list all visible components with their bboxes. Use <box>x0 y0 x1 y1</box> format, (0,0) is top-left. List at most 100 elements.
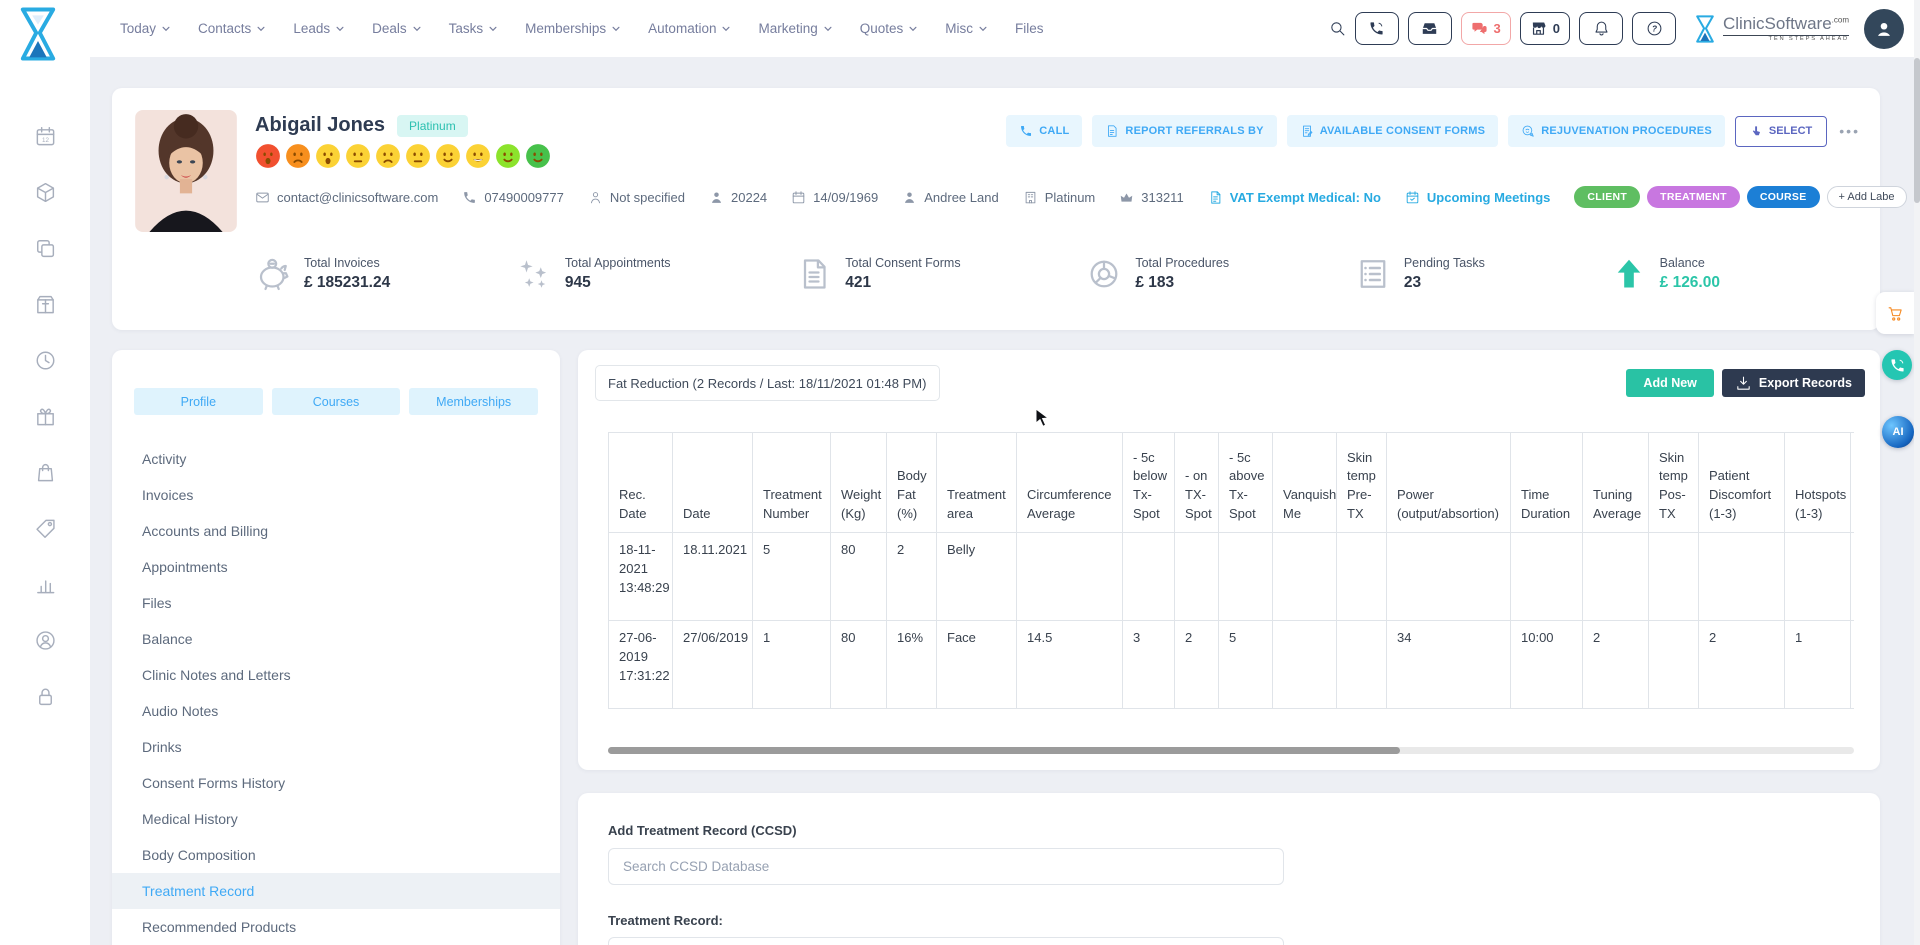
chart-icon <box>34 573 57 596</box>
mood-face-2[interactable] <box>285 143 311 169</box>
chevron-down-icon <box>412 24 422 34</box>
sidebar-item-balance[interactable]: Balance <box>112 621 560 657</box>
select-button[interactable]: SELECT <box>1735 116 1827 147</box>
nav-marketing[interactable]: Marketing <box>758 21 832 36</box>
nav-automation[interactable]: Automation <box>648 21 731 36</box>
mood-face-10[interactable] <box>525 143 551 169</box>
mood-face-4[interactable] <box>345 143 371 169</box>
primary-nav: Today Contacts Leads Deals Tasks Memberships A… <box>90 21 1044 36</box>
tab-profile[interactable]: Profile <box>134 388 263 415</box>
export-records-button[interactable]: Export Records <box>1722 369 1865 397</box>
user-avatar[interactable] <box>1864 9 1904 49</box>
rail-shopping-bag-button[interactable] <box>0 444 90 500</box>
mood-face-3[interactable] <box>315 143 341 169</box>
mood-face-5[interactable] <box>375 143 401 169</box>
nav-memberships[interactable]: Memberships <box>525 21 621 36</box>
rail-chart-button[interactable] <box>0 556 90 612</box>
topbar-tools: 3 0 ? ClinicSoftware.com TEN STEPS AHEAD <box>1329 9 1920 49</box>
floating-ai-button[interactable]: AI <box>1882 416 1914 448</box>
rejuvenation-procedures-button[interactable]: REJUVENATION PROCEDURES <box>1508 115 1725 147</box>
rail-icon-list: 12 <box>0 108 90 724</box>
rail-lock-button[interactable] <box>0 668 90 724</box>
sidebar-item-appointments[interactable]: Appointments <box>112 549 560 585</box>
treatment-records-card: Fat Reduction (2 Records / Last: 18/11/2… <box>578 350 1880 770</box>
available-consent-forms-button[interactable]: AVAILABLE CONSENT FORMS <box>1287 115 1499 147</box>
mail-icon <box>255 190 270 205</box>
tab-memberships[interactable]: Memberships <box>409 388 538 415</box>
sidebar-item-invoices[interactable]: Invoices <box>112 477 560 513</box>
rail-gift-button[interactable] <box>0 388 90 444</box>
info-vat-exempt-medical-no[interactable]: VAT Exempt Medical: No <box>1208 190 1381 205</box>
phone-icon <box>462 190 477 205</box>
rail-history-button[interactable] <box>0 332 90 388</box>
sidebar-item-files[interactable]: Files <box>112 585 560 621</box>
info-contact-clinicsoftware-com: contact@clinicsoftware.com <box>255 190 438 205</box>
table-horizontal-scrollbar[interactable] <box>608 747 1854 754</box>
table-row[interactable]: 18-11-2021 13:48:2918.11.20215802Belly <box>609 533 1855 621</box>
sidebar-item-consent-forms-history[interactable]: Consent Forms History <box>112 765 560 801</box>
info-upcoming-meetings[interactable]: Upcoming Meetings <box>1405 190 1551 205</box>
sidebar-item-medical-history[interactable]: Medical History <box>112 801 560 837</box>
tab-courses[interactable]: Courses <box>272 388 401 415</box>
page-scrollbar-thumb[interactable] <box>1914 58 1920 203</box>
mood-face-6[interactable] <box>405 143 431 169</box>
patient-action-buttons: CALL REPORT REFERRALS BY AVAILABLE CONSENT… <box>1006 115 1860 147</box>
nav-misc[interactable]: Misc <box>945 21 988 36</box>
nav-contacts[interactable]: Contacts <box>198 21 266 36</box>
search-button[interactable] <box>1329 20 1346 37</box>
help-button[interactable]: ? <box>1632 12 1676 45</box>
dialer-button[interactable] <box>1355 12 1399 45</box>
sidebar-item-activity[interactable]: Activity <box>112 441 560 477</box>
nav-quotes[interactable]: Quotes <box>860 21 919 36</box>
shop-button[interactable]: 0 <box>1520 12 1570 45</box>
mood-face-1[interactable] <box>255 143 281 169</box>
floating-support-chat-button[interactable] <box>1882 350 1912 380</box>
col-header: Body Fat (%) <box>887 433 937 533</box>
mood-face-9[interactable] <box>495 143 521 169</box>
table-cell: 18-11-2021 13:48:29 <box>609 533 673 621</box>
table-row[interactable]: 27-06-2019 17:31:2227/06/201918016%Face1… <box>609 621 1855 709</box>
rail-cube-button[interactable] <box>0 164 90 220</box>
page-scrollbar[interactable] <box>1914 0 1920 945</box>
rail-copy-button[interactable] <box>0 220 90 276</box>
top-navigation-bar: Today Contacts Leads Deals Tasks Memberships A… <box>90 0 1920 57</box>
treatment-record-textarea[interactable] <box>608 937 1284 945</box>
history-icon <box>34 349 57 372</box>
sidebar-item-accounts-and-billing[interactable]: Accounts and Billing <box>112 513 560 549</box>
report-referrals-by-button[interactable]: REPORT REFERRALS BY <box>1092 115 1276 147</box>
patient-label-pills: CLIENTTREATMENTCOURSE+ Add Labe <box>1574 186 1906 208</box>
rail-package-button[interactable] <box>0 276 90 332</box>
piggy-icon <box>255 256 291 292</box>
floating-cart-button[interactable] <box>1876 292 1914 334</box>
ccsd-search-input[interactable] <box>608 848 1284 885</box>
sidebar-item-audio-notes[interactable]: Audio Notes <box>112 693 560 729</box>
rail-tag-button[interactable] <box>0 500 90 556</box>
sidebar-item-recommended-products[interactable]: Recommended Products <box>112 909 560 945</box>
add-new-button[interactable]: Add New <box>1626 369 1713 397</box>
sidebar-item-drinks[interactable]: Drinks <box>112 729 560 765</box>
nav-tasks[interactable]: Tasks <box>449 21 499 36</box>
nav-leads[interactable]: Leads <box>293 21 345 36</box>
sidebar-item-treatment-record[interactable]: Treatment Record <box>112 873 560 909</box>
add-label-button[interactable]: + Add Labe <box>1827 186 1907 208</box>
app-logo-hourglass-icon[interactable] <box>12 6 64 62</box>
table-cell <box>1649 533 1699 621</box>
notifications-button[interactable] <box>1579 12 1623 45</box>
rail-calendar-12-button[interactable]: 12 <box>0 108 90 164</box>
chat-button[interactable]: 3 <box>1461 12 1511 45</box>
nav-files[interactable]: Files <box>1015 21 1044 36</box>
call-button[interactable]: CALL <box>1006 115 1082 147</box>
mood-face-8[interactable] <box>465 143 491 169</box>
col-header: Power (output/absortion) <box>1387 433 1511 533</box>
inbox-button[interactable] <box>1408 12 1452 45</box>
brand-hourglass-icon <box>1693 13 1717 45</box>
sidebar-item-clinic-notes-and-letters[interactable]: Clinic Notes and Letters <box>112 657 560 693</box>
mood-face-7[interactable] <box>435 143 461 169</box>
table-horizontal-scrollbar-thumb[interactable] <box>608 747 1400 754</box>
rail-support-button[interactable] <box>0 612 90 668</box>
nav-today[interactable]: Today <box>120 21 171 36</box>
more-options-button[interactable]: ••• <box>1839 123 1860 139</box>
record-type-selector[interactable]: Fat Reduction (2 Records / Last: 18/11/2… <box>595 365 940 401</box>
nav-deals[interactable]: Deals <box>372 21 422 36</box>
sidebar-item-body-composition[interactable]: Body Composition <box>112 837 560 873</box>
